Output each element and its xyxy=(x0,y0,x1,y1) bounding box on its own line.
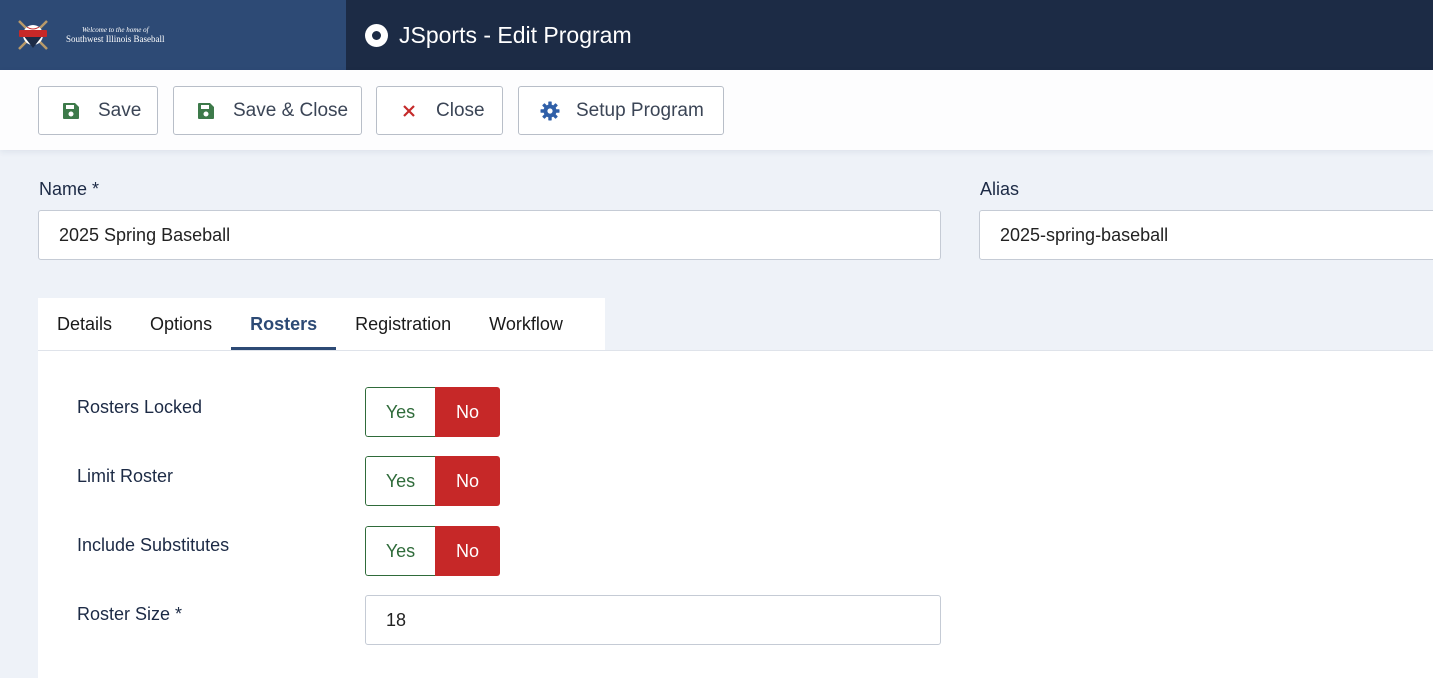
save-close-button[interactable]: Save & Close xyxy=(173,86,362,135)
toolbar: Save Save & Close Close Setup Program xyxy=(0,70,1433,150)
setup-program-label: Setup Program xyxy=(576,99,704,121)
include-substitutes-label: Include Substitutes xyxy=(77,535,230,555)
rosters-locked-switch: Yes No xyxy=(365,387,500,437)
alias-label: Alias xyxy=(980,179,1020,199)
dot-circle-icon xyxy=(365,23,388,47)
roster-size-input[interactable]: 18 xyxy=(365,595,941,645)
save-close-label: Save & Close xyxy=(233,99,349,121)
include-substitutes-yes[interactable]: Yes xyxy=(365,526,435,576)
close-icon xyxy=(399,101,419,121)
brand-welcome: Welcome to the home of xyxy=(81,25,149,34)
tab-options[interactable]: Options xyxy=(131,298,231,350)
rosters-locked-yes[interactable]: Yes xyxy=(365,387,435,437)
save-button[interactable]: Save xyxy=(38,86,158,135)
include-substitutes-no[interactable]: No xyxy=(435,526,500,576)
tab-rosters[interactable]: Rosters xyxy=(231,298,337,350)
setup-program-button[interactable]: Setup Program xyxy=(518,86,724,135)
baseball-logo-icon xyxy=(18,20,48,50)
limit-roster-label: Limit Roster xyxy=(77,466,174,486)
close-button[interactable]: Close xyxy=(376,86,503,135)
floppy-disk-icon xyxy=(61,101,81,121)
tab-registration[interactable]: Registration xyxy=(336,298,470,350)
tab-details[interactable]: Details xyxy=(38,298,131,350)
limit-roster-switch: Yes No xyxy=(365,456,500,506)
floppy-disk-icon xyxy=(196,101,216,121)
brand-name: Southwest Illinois Baseball xyxy=(66,33,165,44)
page-title: JSports - Edit Program xyxy=(399,21,632,48)
limit-roster-yes[interactable]: Yes xyxy=(365,456,435,506)
include-substitutes-switch: Yes No xyxy=(365,526,500,576)
save-label: Save xyxy=(98,99,142,121)
alias-input[interactable]: 2025-spring-baseball xyxy=(979,210,1433,260)
tab-bar: Details Options Rosters Registration Wor… xyxy=(38,298,605,350)
name-input[interactable]: 2025 Spring Baseball xyxy=(38,210,941,260)
rosters-locked-no[interactable]: No xyxy=(435,387,500,437)
roster-size-label: Roster Size * xyxy=(77,604,183,624)
limit-roster-no[interactable]: No xyxy=(435,456,500,506)
app-header: Welcome to the home of Southwest Illinoi… xyxy=(0,0,1433,70)
gear-icon xyxy=(540,101,560,121)
site-brand[interactable]: Welcome to the home of Southwest Illinoi… xyxy=(0,0,346,70)
rosters-locked-label: Rosters Locked xyxy=(77,397,203,417)
name-label: Name * xyxy=(39,179,100,199)
close-label: Close xyxy=(436,99,485,121)
tab-workflow[interactable]: Workflow xyxy=(470,298,582,350)
